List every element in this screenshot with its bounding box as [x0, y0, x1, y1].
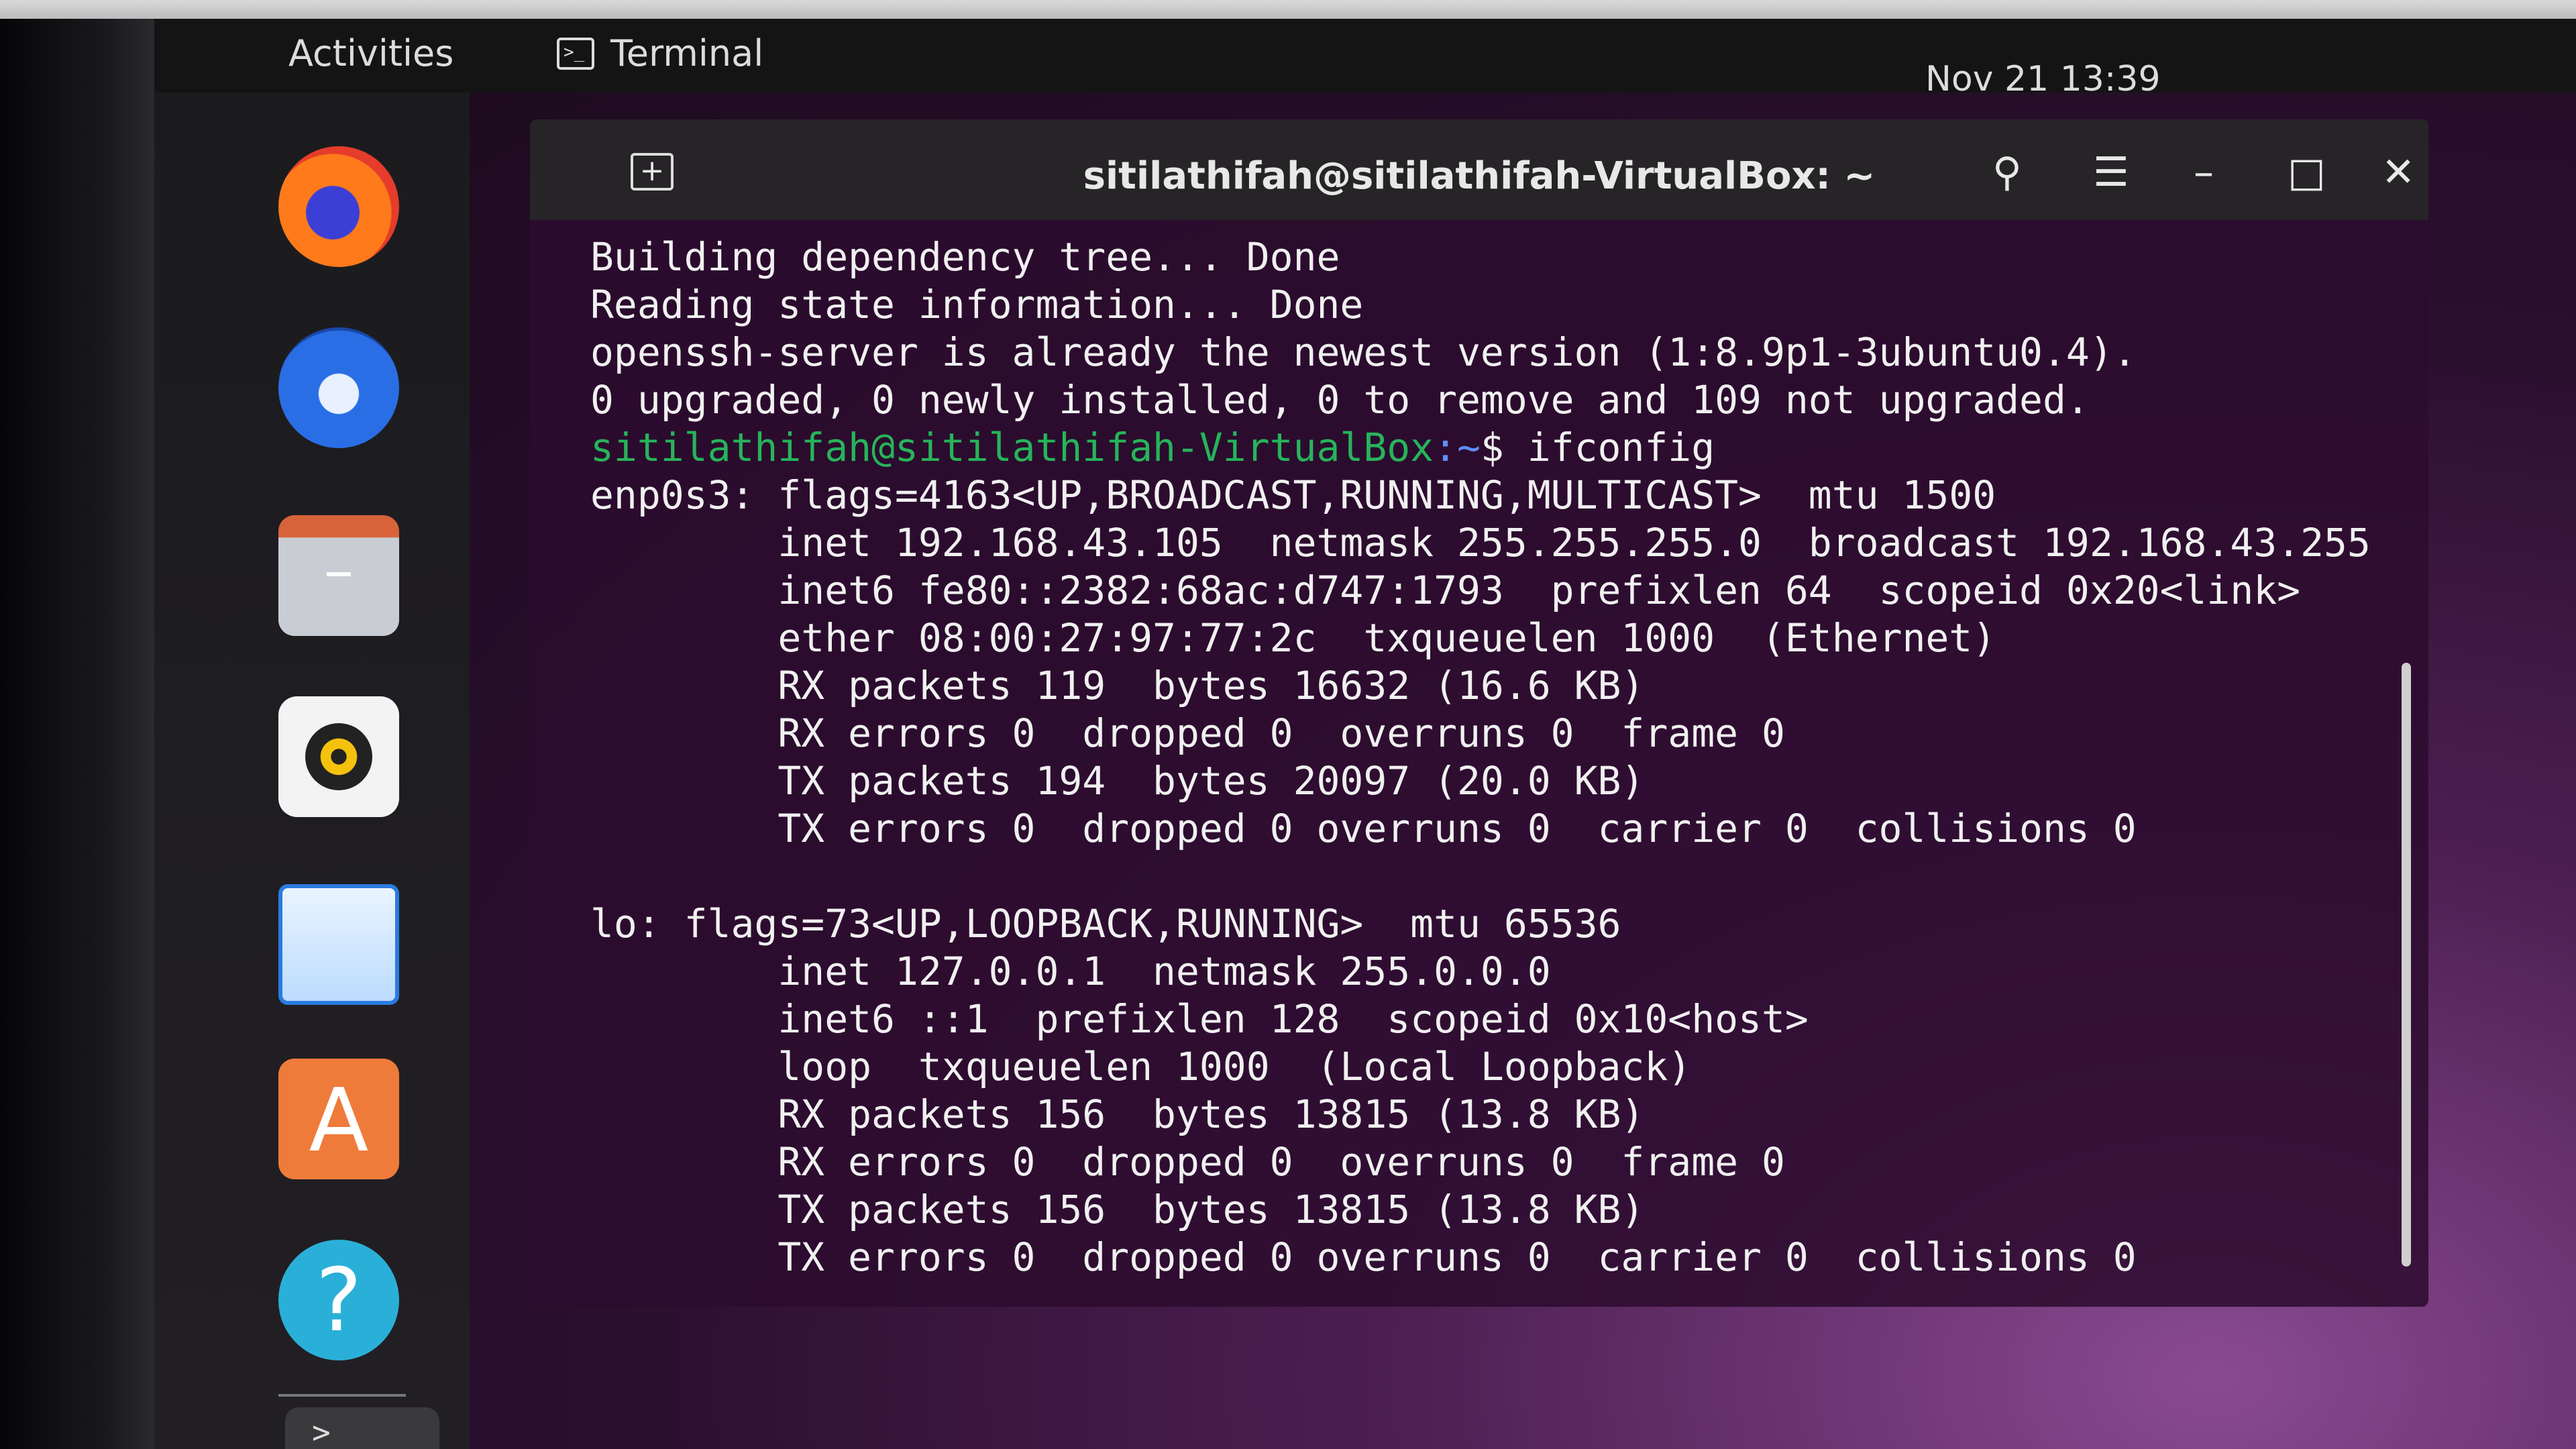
output-line: 0 upgraded, 0 newly installed, 0 to remo… [590, 377, 2090, 423]
maximize-icon[interactable]: □ [2288, 149, 2326, 196]
monitor-bezel-top [0, 0, 2576, 19]
files-icon[interactable] [278, 515, 399, 636]
help-icon[interactable]: ? [278, 1240, 399, 1360]
output-line: enp0s3: flags=4163<UP,BROADCAST,RUNNING,… [590, 472, 1996, 518]
minimize-icon[interactable]: – [2194, 149, 2214, 196]
output-line: TX packets 156 bytes 13815 (13.8 KB) [590, 1187, 1645, 1232]
close-icon[interactable]: ✕ [2381, 149, 2415, 196]
output-line: lo: flags=73<UP,LOOPBACK,RUNNING> mtu 65… [590, 901, 1621, 947]
desktop-screen: Activities >_ Terminal Nov 21 13:39 A ? … [154, 19, 2576, 1449]
rhythmbox-icon[interactable] [278, 696, 399, 817]
prompt-user: sitilathifah@sitilathifah-VirtualBox [590, 425, 1434, 470]
output-line: inet 192.168.43.105 netmask 255.255.255.… [590, 520, 2371, 566]
window-title: sitilathifah@sitilathifah-VirtualBox: ~ [1083, 154, 1876, 198]
output-line: inet6 fe80::2382:68ac:d747:1793 prefixle… [590, 568, 2301, 613]
terminal-titlebar[interactable]: + sitilathifah@sitilathifah-VirtualBox: … [530, 119, 2428, 220]
prompt-command: $ ifconfig [1480, 425, 1715, 470]
search-icon[interactable]: ⚲ [1992, 149, 2022, 196]
activities-button[interactable]: Activities [288, 32, 453, 74]
prompt-path: :~ [1434, 425, 1481, 470]
prompt-line: sitilathifah@sitilathifah-VirtualBox:~$ … [590, 424, 2388, 472]
output-line: inet 127.0.0.1 netmask 255.0.0.0 [590, 949, 1551, 994]
app-menu-label: Terminal [610, 32, 764, 74]
software-icon[interactable]: A [278, 1059, 399, 1179]
output-line: RX packets 119 bytes 16632 (16.6 KB) [590, 663, 1645, 708]
output-line: RX errors 0 dropped 0 overruns 0 frame 0 [590, 710, 1785, 756]
scrollbar[interactable] [2402, 663, 2411, 1267]
output-line: Building dependency tree... Done [590, 234, 1340, 280]
output-line: openssh-server is already the newest ver… [590, 329, 2137, 375]
terminal-icon: >_ [557, 37, 594, 70]
output-line: Reading state information... Done [590, 282, 1364, 327]
output-line: RX packets 156 bytes 13815 (13.8 KB) [590, 1091, 1645, 1137]
dock-separator [278, 1394, 406, 1397]
app-menu-terminal[interactable]: >_ Terminal [557, 32, 763, 74]
dock: A ? >_ [154, 93, 470, 1449]
writer-icon[interactable] [278, 884, 399, 1005]
monitor-bezel-left [0, 0, 154, 1449]
output-line: loop txqueuelen 1000 (Local Loopback) [590, 1044, 1692, 1089]
output-line: inet6 ::1 prefixlen 128 scopeid 0x10<hos… [590, 996, 1809, 1042]
top-bar: Activities >_ Terminal Nov 21 13:39 [154, 19, 2576, 99]
terminal-output[interactable]: Building dependency tree... Done Reading … [590, 233, 2388, 1293]
terminal-icon[interactable]: >_ [285, 1407, 439, 1449]
clock[interactable]: Nov 21 13:39 [1925, 59, 2161, 99]
output-line: RX errors 0 dropped 0 overruns 0 frame 0 [590, 1139, 1785, 1185]
output-line: TX packets 194 bytes 20097 (20.0 KB) [590, 758, 1645, 804]
terminal-window[interactable]: + sitilathifah@sitilathifah-VirtualBox: … [530, 119, 2428, 1307]
firefox-icon[interactable] [278, 146, 399, 267]
thunderbird-icon[interactable] [278, 327, 399, 448]
output-line: TX errors 0 dropped 0 overruns 0 carrier… [590, 806, 2137, 851]
menu-icon[interactable]: ☰ [2093, 149, 2129, 196]
output-line: TX errors 0 dropped 0 overruns 0 carrier… [590, 1234, 2137, 1280]
output-line: ether 08:00:27:97:77:2c txqueuelen 1000 … [590, 615, 1996, 661]
